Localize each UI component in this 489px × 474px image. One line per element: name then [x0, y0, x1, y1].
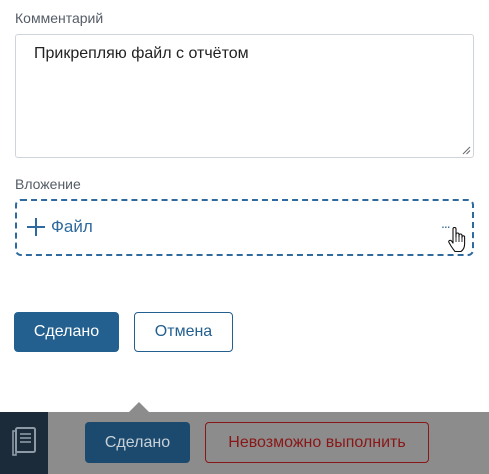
- comment-label: Комментарий: [15, 10, 104, 26]
- attachment-dropzone[interactable]: Файл ...: [15, 199, 474, 256]
- plus-icon: [27, 218, 45, 236]
- hand-cursor-icon: [448, 227, 466, 253]
- comment-text: Прикрепляю файл с отчётом: [34, 45, 249, 62]
- add-file-button[interactable]: Файл: [27, 217, 93, 237]
- bottom-action-bar: Сделано Невозможно выполнить: [0, 402, 489, 474]
- bar-done-button[interactable]: Сделано: [85, 422, 190, 463]
- cancel-button[interactable]: Отмена: [134, 312, 233, 352]
- resize-grip-icon[interactable]: [462, 146, 471, 155]
- sidebar-stub: [0, 412, 48, 474]
- more-icon[interactable]: ...: [441, 216, 451, 230]
- comment-textarea[interactable]: Прикрепляю файл с отчётом: [15, 34, 474, 158]
- tooltip-pointer: [128, 402, 150, 413]
- add-file-label: Файл: [51, 217, 93, 236]
- book-icon[interactable]: [12, 426, 38, 456]
- done-button[interactable]: Сделано: [14, 312, 119, 352]
- attachment-label: Вложение: [15, 176, 81, 192]
- cannot-complete-button[interactable]: Невозможно выполнить: [205, 422, 429, 463]
